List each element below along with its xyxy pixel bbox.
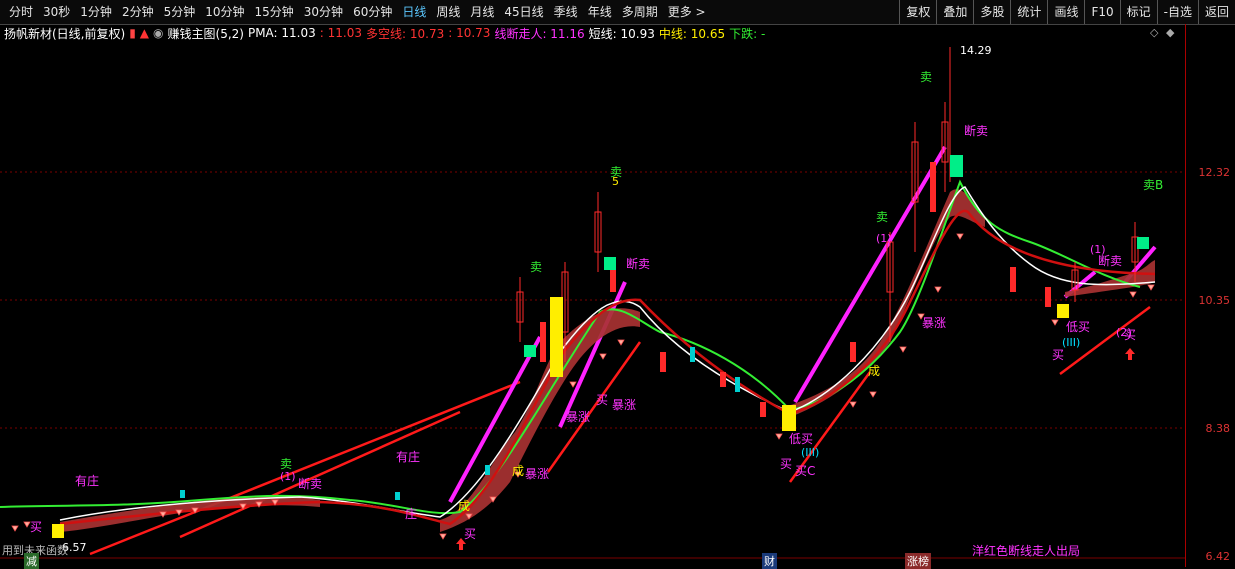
label-cheng-2: 成: [512, 464, 525, 478]
label-five: 5: [612, 175, 619, 188]
trash-icon[interactable]: ▮: [129, 26, 136, 40]
pma-value: PMA: 11.03: [247, 26, 316, 40]
label-baozhang-4: 暴涨: [525, 467, 550, 481]
toolbar-right-buttons: 复权 叠加 多股 统计 画线 F10 标记 -自选 返回: [899, 0, 1235, 24]
label-three: (III): [801, 446, 820, 459]
label-baozhang-2: 暴涨: [566, 410, 591, 424]
duokong-value-2: : 10.73: [448, 26, 491, 40]
indicator-info-bar: 扬帆新材(日线,前复权) ▮ ▲ ◉ 赚钱主图(5,2) PMA: 11.03 …: [0, 24, 1185, 42]
period-tab-0[interactable]: 分时: [4, 0, 38, 24]
period-tab-1[interactable]: 30秒: [38, 0, 75, 24]
label-one-2: (1): [1090, 243, 1106, 256]
label-zhuang: 庄: [405, 507, 418, 521]
period-tab-10[interactable]: 周线: [431, 0, 465, 24]
period-tab-8[interactable]: 60分钟: [348, 0, 397, 24]
ylabel-838: 8.38: [1205, 422, 1231, 435]
toolbar-button-5[interactable]: F10: [1084, 0, 1119, 24]
trend-bands: [60, 189, 1155, 532]
label-two: (2): [1116, 326, 1132, 339]
stock-title[interactable]: 扬帆新材(日线,前复权): [4, 25, 125, 42]
white-line: [59, 186, 1156, 521]
label-baozhang-1: 暴涨: [612, 398, 637, 412]
label-duanmai-2: 断卖: [964, 124, 989, 138]
diamond-icon[interactable]: ◇: [1150, 26, 1158, 39]
label-mai-4: 卖: [876, 210, 889, 224]
period-tab-9[interactable]: 日线: [397, 0, 431, 24]
duanxian-value: 短线: 10.93: [588, 26, 655, 41]
label-buy-6: 买: [30, 520, 43, 534]
label-dimai-1: 低买: [789, 432, 814, 446]
collapse-icon[interactable]: ◆: [1166, 26, 1174, 39]
toolbar-button-8[interactable]: 返回: [1197, 0, 1235, 24]
grid-lines: [0, 171, 1185, 429]
period-tab-6[interactable]: 15分钟: [250, 0, 299, 24]
label-mai-5: 卖: [920, 70, 933, 84]
label-cheng-1: 成: [868, 364, 881, 378]
toolbar-button-0[interactable]: 复权: [899, 0, 936, 24]
label-mai-b: 卖B: [1143, 178, 1164, 192]
ylabel-642: 6.42: [1205, 550, 1231, 563]
label-one-3: (1): [280, 470, 296, 483]
duokong-value: 多空线: 10.73: [366, 26, 445, 41]
arrow-up-icon[interactable]: ▲: [140, 26, 149, 40]
toolbar-button-7[interactable]: -自选: [1156, 0, 1198, 24]
ylabel-1035: 10.35: [1198, 294, 1231, 307]
period-tab-14[interactable]: 年线: [583, 0, 617, 24]
settings-icon[interactable]: ◉: [153, 26, 163, 40]
label-duanmai-4: 断卖: [298, 477, 323, 491]
period-tab-16[interactable]: 更多 >: [663, 0, 711, 24]
ylabel-1232: 12.32: [1198, 166, 1231, 179]
xianduan-value: 线断走人: 11.16: [494, 26, 585, 41]
price-axis: 12.32 10.35 8.38 6.42: [1185, 24, 1235, 567]
label-buy-1: 买: [596, 393, 609, 407]
period-tab-13[interactable]: 季线: [549, 0, 583, 24]
label-cheng-3: 成: [458, 499, 471, 513]
label-baozhang-3: 暴涨: [922, 316, 947, 330]
zhongxian-value: 中线: 10.65: [658, 26, 726, 41]
label-buy-4: 买: [780, 457, 793, 471]
toolbar-button-2[interactable]: 多股: [973, 0, 1010, 24]
label-three-2: (III): [1062, 336, 1081, 349]
price-high-label: 14.29: [960, 44, 992, 57]
candles: [180, 47, 1139, 500]
xiadie-value: 下跌: -: [729, 26, 766, 41]
label-mai-3: 卖: [530, 260, 543, 274]
indicator-name[interactable]: 赚钱主图(5,2): [168, 25, 244, 42]
label-one-1: (1): [876, 232, 892, 245]
period-tab-4[interactable]: 5分钟: [159, 0, 201, 24]
label-youzhuang-2: 有庄: [396, 450, 421, 464]
period-tab-11[interactable]: 月线: [465, 0, 499, 24]
toolbar-button-1[interactable]: 叠加: [936, 0, 973, 24]
period-tabs: 分时 30秒 1分钟 2分钟 5分钟 10分钟 15分钟 30分钟 60分钟 日线 周线 月线 45日线…: [0, 0, 711, 24]
pma-value-2: : 11.03: [319, 26, 362, 40]
period-tab-5[interactable]: 10分钟: [200, 0, 249, 24]
label-dimai-2: 低买: [1066, 320, 1091, 334]
period-tab-3[interactable]: 2分钟: [117, 0, 159, 24]
label-duanmai-1: 断卖: [626, 257, 651, 271]
label-youzhuang-1: 有庄: [75, 474, 100, 488]
kline-chart[interactable]: [0, 42, 1185, 567]
label-mai-c: 买C: [795, 464, 816, 478]
period-tab-7[interactable]: 30分钟: [299, 0, 348, 24]
period-toolbar: 分时 30秒 1分钟 2分钟 5分钟 10分钟 15分钟 30分钟 60分钟 日线 周线 月线 45日线…: [0, 0, 1235, 25]
toolbar-button-4[interactable]: 画线: [1047, 0, 1084, 24]
period-tab-2[interactable]: 1分钟: [75, 0, 117, 24]
exit-note: 洋红色断线走人出局: [972, 544, 1081, 558]
period-tab-12[interactable]: 45日线: [499, 0, 548, 24]
period-tab-15[interactable]: 多周期: [617, 0, 663, 24]
toolbar-button-3[interactable]: 统计: [1010, 0, 1047, 24]
label-buy-5: 买: [464, 527, 477, 541]
toolbar-button-6[interactable]: 标记: [1119, 0, 1157, 24]
